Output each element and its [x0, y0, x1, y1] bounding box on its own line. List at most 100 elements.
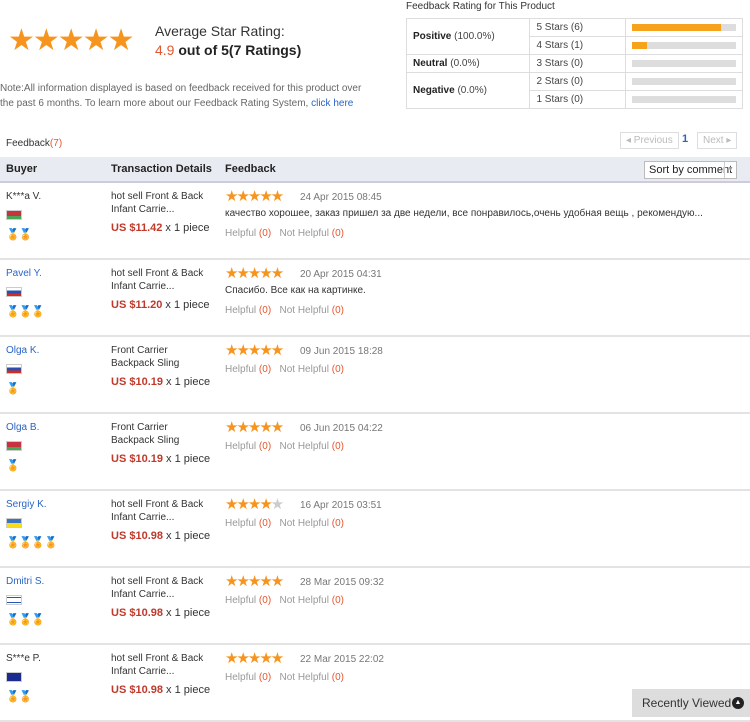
- not-helpful-button[interactable]: Not Helpful (0): [280, 305, 344, 316]
- feedback-date: 28 Mar 2015 09:32: [300, 577, 384, 588]
- price: US $10.98 x 1 piece: [111, 607, 211, 619]
- level-label: 1 Stars (0): [529, 90, 626, 109]
- next-button[interactable]: Next ▸: [697, 132, 738, 149]
- buyer-name: K***a V.: [6, 191, 42, 202]
- level-label: 2 Stars (0): [529, 72, 626, 91]
- not-helpful-button[interactable]: Not Helpful (0): [280, 364, 344, 375]
- feedback-date: 16 Apr 2015 03:51: [300, 500, 382, 511]
- comment: качество хорошее, заказ пришел за две не…: [225, 208, 703, 219]
- rating-stars: ★★★★★: [225, 342, 284, 359]
- helpful-button[interactable]: Helpful (0): [225, 518, 271, 529]
- helpful-button[interactable]: Helpful (0): [225, 595, 271, 606]
- buyer-name[interactable]: Olga K.: [6, 345, 39, 356]
- buyer-name[interactable]: Pavel Y.: [6, 268, 42, 279]
- price: US $11.20 x 1 piece: [111, 299, 210, 311]
- helpful-button[interactable]: Helpful (0): [225, 441, 271, 452]
- rating-stars: ★★★★★: [225, 573, 284, 590]
- price: US $10.98 x 1 piece: [111, 530, 211, 542]
- helpful-votes: Helpful (0) Not Helpful (0): [225, 364, 344, 375]
- page-1[interactable]: 1: [682, 133, 688, 145]
- flag-belarus-icon: [6, 441, 22, 451]
- feedback-date: 24 Apr 2015 08:45: [300, 192, 382, 203]
- feedback-date: 09 Jun 2015 18:28: [300, 346, 383, 357]
- average-rating-value: 4.9 out of 5(7 Ratings): [155, 42, 301, 58]
- helpful-votes: Helpful (0) Not Helpful (0): [225, 305, 344, 316]
- level-bar: [632, 60, 736, 67]
- helpful-votes: Helpful (0) Not Helpful (0): [225, 518, 344, 529]
- average-rating-label: Average Star Rating:: [155, 23, 285, 39]
- product-link[interactable]: hot sell Front & Back Infant Carrie...: [111, 652, 211, 678]
- level-bar: [632, 42, 736, 49]
- average-rating-stars: ★★★★★: [8, 24, 134, 57]
- product-link[interactable]: hot sell Front & Back Infant Carrie...: [111, 575, 211, 601]
- helpful-votes: Helpful (0) Not Helpful (0): [225, 672, 344, 683]
- table-row: K***a V. 🏅🏅 hot sell Front & Back Infant…: [0, 183, 750, 260]
- price: US $10.19 x 1 piece: [111, 376, 211, 388]
- feedback-date: 20 Apr 2015 04:31: [300, 269, 382, 280]
- rating-table-title: Feedback Rating for This Product: [406, 1, 555, 12]
- previous-button[interactable]: ◂ Previous: [620, 132, 679, 149]
- helpful-button[interactable]: Helpful (0): [225, 364, 271, 375]
- feedback-count: Feedback(7): [6, 138, 63, 149]
- medal-icons: 🏅🏅: [6, 691, 32, 703]
- medal-icons: 🏅🏅🏅🏅: [6, 537, 58, 549]
- product-link[interactable]: hot sell Front & Back Infant Carrie...: [111, 190, 211, 216]
- medal-icons: 🏅: [6, 383, 20, 395]
- product-link[interactable]: Front Carrier Backpack Sling: [111, 344, 211, 370]
- helpful-button[interactable]: Helpful (0): [225, 672, 271, 683]
- flag-ukraine-icon: [6, 518, 22, 528]
- feedback-date: 06 Jun 2015 04:22: [300, 423, 383, 434]
- medal-icons: 🏅🏅: [6, 229, 32, 241]
- not-helpful-button[interactable]: Not Helpful (0): [280, 672, 344, 683]
- not-helpful-button[interactable]: Not Helpful (0): [280, 441, 344, 452]
- product-link[interactable]: hot sell Front & Back Infant Carrie...: [111, 498, 211, 524]
- score: 4.9: [155, 42, 175, 58]
- rating-stars: ★★★★★: [225, 188, 284, 205]
- flag-belarus-icon: [6, 210, 22, 220]
- medal-icons: 🏅🏅🏅: [6, 306, 45, 318]
- negative-cell: Negative (0.0%): [405, 72, 531, 109]
- note-text: Note:All information displayed is based …: [0, 83, 362, 109]
- neutral-cell: Neutral (0.0%): [405, 54, 531, 73]
- level-label: 4 Stars (1): [529, 36, 626, 55]
- table-row: Pavel Y. 🏅🏅🏅 hot sell Front & Back Infan…: [0, 260, 750, 337]
- flag-israel-icon: [6, 595, 22, 605]
- table-row: Olga K. 🏅 Front Carrier Backpack Sling U…: [0, 337, 750, 414]
- buyer-name[interactable]: Dmitri S.: [6, 576, 44, 587]
- feedback-date: 22 Mar 2015 22:02: [300, 654, 384, 665]
- table-header: Buyer Transaction Details Feedback Sort …: [0, 157, 750, 183]
- chevron-up-icon: ▲: [732, 697, 744, 709]
- helpful-votes: Helpful (0) Not Helpful (0): [225, 595, 344, 606]
- level-bar: [632, 96, 736, 103]
- sort-select[interactable]: Sort by comment ▼: [644, 161, 737, 179]
- comment: Спасибо. Все как на картинке.: [225, 285, 366, 296]
- price: US $10.19 x 1 piece: [111, 453, 211, 465]
- product-link[interactable]: Front Carrier Backpack Sling: [111, 421, 211, 447]
- click-here-link[interactable]: click here: [311, 98, 353, 109]
- col-buyer: Buyer: [6, 163, 38, 175]
- table-row: Olga B. 🏅 Front Carrier Backpack Sling U…: [0, 414, 750, 491]
- rating-stars: ★★★★★: [225, 265, 284, 282]
- helpful-button[interactable]: Helpful (0): [225, 305, 271, 316]
- helpful-votes: Helpful (0) Not Helpful (0): [225, 228, 344, 239]
- flag-russia-icon: [6, 364, 22, 374]
- medal-icons: 🏅🏅🏅: [6, 614, 45, 626]
- not-helpful-button[interactable]: Not Helpful (0): [280, 228, 344, 239]
- not-helpful-button[interactable]: Not Helpful (0): [280, 518, 344, 529]
- level-bar: [632, 24, 736, 31]
- col-transaction: Transaction Details: [111, 163, 212, 175]
- out-of: out of 5(7 Ratings): [174, 42, 302, 58]
- helpful-button[interactable]: Helpful (0): [225, 228, 271, 239]
- buyer-name[interactable]: Olga B.: [6, 422, 39, 433]
- col-feedback: Feedback: [225, 163, 276, 175]
- flag-australia-icon: [6, 672, 22, 682]
- rating-stars: ★★★★★: [225, 419, 284, 436]
- table-row: Dmitri S. 🏅🏅🏅 hot sell Front & Back Infa…: [0, 568, 750, 645]
- recently-viewed-button[interactable]: Recently Viewed ▲: [632, 689, 750, 717]
- not-helpful-button[interactable]: Not Helpful (0): [280, 595, 344, 606]
- product-link[interactable]: hot sell Front & Back Infant Carrie...: [111, 267, 211, 293]
- helpful-votes: Helpful (0) Not Helpful (0): [225, 441, 344, 452]
- flag-russia-icon: [6, 287, 22, 297]
- level-label: 3 Stars (0): [529, 54, 626, 73]
- buyer-name[interactable]: Sergiy K.: [6, 499, 47, 510]
